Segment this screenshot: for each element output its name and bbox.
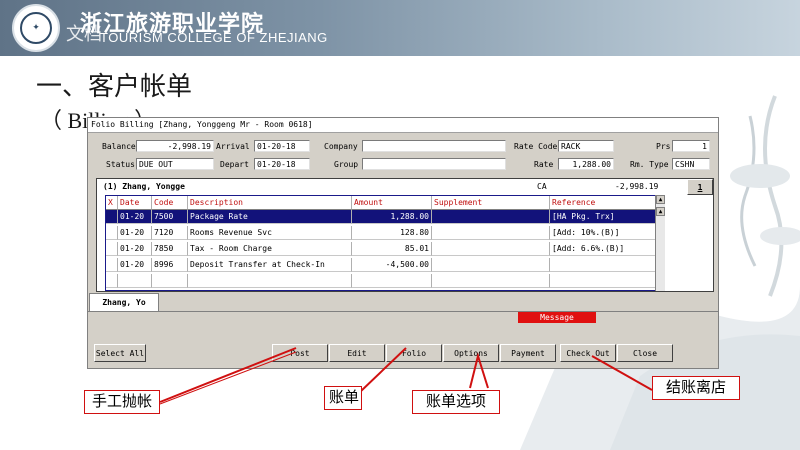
school-seal-icon: ✦ [12, 4, 60, 52]
folio-number-button[interactable]: 1 [687, 179, 713, 195]
options-button[interactable]: Options [443, 344, 499, 362]
row-3-amount[interactable]: -4,500.00 [352, 258, 432, 272]
callout-folio: 账单 [324, 386, 362, 410]
folio-tab-guest[interactable]: Zhang, Yo [89, 293, 159, 311]
message-indicator[interactable]: Message [518, 312, 596, 323]
slide-title: 一、客户帐单 [36, 71, 193, 101]
close-button[interactable]: Close [617, 344, 673, 362]
seal-inner-ring: ✦ [20, 12, 52, 44]
folio-header-balance: -2,998.19 [615, 182, 659, 191]
row-1-supplement[interactable] [432, 226, 550, 240]
row-empty-description[interactable] [188, 274, 352, 288]
column-header-supplement[interactable]: Supplement [432, 196, 550, 210]
arrival-label: Arrival [216, 142, 250, 151]
folio-button[interactable]: Folio [386, 344, 442, 362]
column-header-date[interactable]: Date [118, 196, 152, 210]
window-title-bar: Folio Billing [Zhang, Yonggeng Mr - Room… [88, 118, 718, 133]
row-1-description[interactable]: Rooms Revenue Svc [188, 226, 352, 240]
company-field[interactable] [362, 140, 506, 152]
row-2-reference[interactable]: [Add: 6.6%.(B)] [550, 242, 662, 256]
scroll-top-icon[interactable]: ▲ [656, 195, 665, 204]
row-0-code[interactable]: 7500 [152, 210, 188, 224]
row-3-description[interactable]: Deposit Transfer at Check-In [188, 258, 352, 272]
callout-check-out: 结账离店 [652, 376, 740, 400]
select-all-button[interactable]: Select All [94, 344, 146, 362]
post-button[interactable]: Post [272, 344, 328, 362]
row-empty-amount[interactable] [352, 274, 432, 288]
group-field[interactable] [362, 158, 506, 170]
row-2-date[interactable]: 01-20 [118, 242, 152, 256]
tab-divider [88, 311, 718, 312]
column-header-amount[interactable]: Amount [352, 196, 432, 210]
status-label: Status [106, 160, 135, 169]
row-3-code[interactable]: 8996 [152, 258, 188, 272]
column-header-code[interactable]: Code [152, 196, 188, 210]
group-label: Group [334, 160, 359, 169]
callout-manual-post: 手工抛帐 [84, 390, 160, 414]
folio-header-name: (1) Zhang, Yongge [103, 182, 185, 191]
rate-code-label: Rate Code [514, 142, 558, 151]
scroll-up-icon[interactable]: ▲ [656, 207, 665, 216]
row-3-x[interactable] [106, 258, 118, 272]
rate-label: Rate [534, 160, 554, 169]
rate-field[interactable]: 1,288.00 [558, 158, 614, 170]
row-0-amount[interactable]: 1,288.00 [352, 210, 432, 224]
row-empty-code[interactable] [152, 274, 188, 288]
prs-label: Prs [656, 142, 671, 151]
column-header-x[interactable]: X [106, 196, 118, 210]
depart-label: Depart [220, 160, 249, 169]
row-empty-x[interactable] [106, 274, 118, 288]
row-0-date[interactable]: 01-20 [118, 210, 152, 224]
row-3-supplement[interactable] [432, 258, 550, 272]
folio-header-type: CA [537, 182, 547, 191]
payment-button[interactable]: Payment [500, 344, 556, 362]
row-2-supplement[interactable] [432, 242, 550, 256]
row-0-reference[interactable]: [HA Pkg. Trx] [550, 210, 662, 224]
row-1-date[interactable]: 01-20 [118, 226, 152, 240]
callout-folio-options: 账单选项 [412, 390, 500, 414]
grid-scrollbar[interactable]: ▲ ▲ [655, 195, 665, 291]
overlay-text: 文档 [66, 24, 102, 44]
status-field[interactable]: DUE OUT [136, 158, 214, 170]
row-0-supplement[interactable] [432, 210, 550, 224]
row-empty-reference[interactable] [550, 274, 662, 288]
folio-billing-window: Folio Billing [Zhang, Yonggeng Mr - Room… [87, 117, 719, 369]
prs-field[interactable]: 1 [672, 140, 710, 152]
balance-field[interactable]: -2,998.19 [136, 140, 214, 152]
folio-panel: (1) Zhang, Yongge CA -2,998.19 X Date Co… [96, 178, 714, 292]
column-header-reference[interactable]: Reference [550, 196, 662, 210]
row-2-description[interactable]: Tax - Room Charge [188, 242, 352, 256]
edit-button[interactable]: Edit [329, 344, 385, 362]
arrival-field[interactable]: 01-20-18 [254, 140, 310, 152]
rate-code-field[interactable]: RACK [558, 140, 614, 152]
rm-type-field[interactable]: CSHN [672, 158, 710, 170]
transaction-grid: X Date Code Description Amount Supplemen… [105, 195, 663, 291]
row-0-x[interactable] [106, 210, 118, 224]
rm-type-label: Rm. Type [630, 160, 669, 169]
row-2-amount[interactable]: 85.01 [352, 242, 432, 256]
row-3-date[interactable]: 01-20 [118, 258, 152, 272]
row-1-x[interactable] [106, 226, 118, 240]
depart-field[interactable]: 01-20-18 [254, 158, 310, 170]
row-1-reference[interactable]: [Add: 10%.(B)] [550, 226, 662, 240]
column-header-description[interactable]: Description [188, 196, 352, 210]
row-empty-supplement[interactable] [432, 274, 550, 288]
row-1-amount[interactable]: 128.80 [352, 226, 432, 240]
company-label: Company [324, 142, 358, 151]
window-title: Folio Billing [Zhang, Yonggeng Mr - Room… [91, 120, 313, 129]
row-0-description[interactable]: Package Rate [188, 210, 352, 224]
check-out-button[interactable]: Check Out [560, 344, 616, 362]
row-3-reference[interactable] [550, 258, 662, 272]
row-empty-date[interactable] [118, 274, 152, 288]
row-2-x[interactable] [106, 242, 118, 256]
balance-label: Balance [102, 142, 136, 151]
row-2-code[interactable]: 7850 [152, 242, 188, 256]
row-1-code[interactable]: 7120 [152, 226, 188, 240]
school-name-en: TOURISM COLLEGE OF ZHEJIANG [100, 30, 328, 45]
